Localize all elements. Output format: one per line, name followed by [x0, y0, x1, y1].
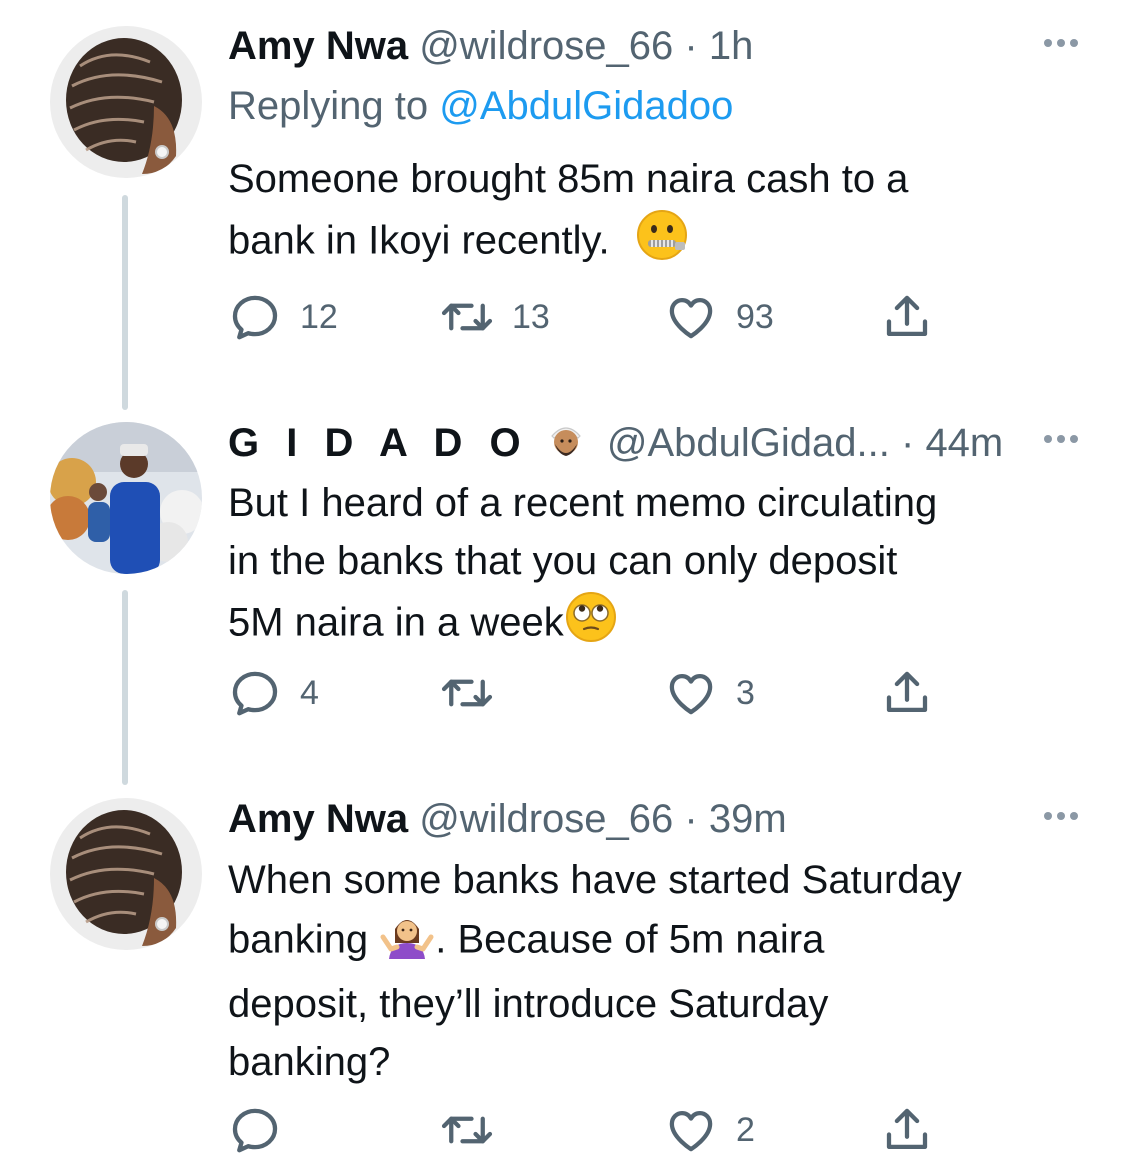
retweet-button[interactable] [440, 668, 512, 718]
timestamp[interactable]: 44m [925, 421, 1003, 465]
person-shrugging-icon [379, 909, 435, 975]
tweet-text-line: bank in Ikoyi recently. [228, 218, 621, 263]
tweet-2[interactable]: G I D A D O @AbdulGidad... · 44m But I h… [0, 400, 1125, 790]
share-button[interactable] [880, 1105, 934, 1155]
tweet-text: When some banks have started Saturday ba… [228, 851, 1088, 1091]
user-handle[interactable]: @AbdulGidad... [607, 421, 890, 465]
user-handle[interactable]: @wildrose_66 [419, 24, 673, 68]
tweet-text-line: When some banks have started Saturday [228, 858, 962, 902]
separator-dot: · [684, 797, 698, 841]
share-icon [880, 290, 934, 344]
zipper-mouth-face-icon [635, 208, 689, 278]
tweet-text-line: But I heard of a recent memo circulating [228, 481, 938, 525]
tweet-header: G I D A D O @AbdulGidad... · 44m [228, 418, 1088, 466]
reply-count: 12 [300, 297, 338, 336]
reply-icon [228, 1103, 282, 1157]
share-icon [880, 1103, 934, 1157]
heart-icon [664, 1103, 718, 1157]
retweet-button[interactable] [440, 1105, 512, 1155]
tweet-text-line: . Because of 5m naira [435, 917, 825, 962]
display-name[interactable]: Amy Nwa [228, 24, 408, 68]
tweet-header: Amy Nwa @wildrose_66 · 1h [228, 22, 1088, 70]
retweet-icon [440, 290, 494, 344]
heart-icon [664, 666, 718, 720]
tweet-text-line: banking? [228, 1040, 391, 1084]
reply-icon [228, 666, 282, 720]
like-count: 2 [736, 1110, 755, 1149]
tweet-text-line: Someone brought 85m naira cash to a [228, 157, 909, 201]
tweet-3[interactable]: Amy Nwa @wildrose_66 · 39m When some ban… [0, 790, 1125, 1172]
timestamp[interactable]: 39m [709, 797, 787, 841]
share-button[interactable] [880, 292, 934, 342]
avatar[interactable] [50, 26, 202, 178]
like-button[interactable]: 93 [664, 292, 774, 342]
display-name[interactable]: G I D A D O [228, 421, 529, 465]
display-name[interactable]: Amy Nwa [228, 797, 408, 841]
like-count: 3 [736, 673, 755, 712]
retweet-icon [440, 1103, 494, 1157]
tweet-text-line: 5M naira in a week [228, 600, 564, 645]
tweet-text: But I heard of a recent memo circulating… [228, 474, 1088, 660]
thread-line [122, 195, 128, 410]
more-options-icon[interactable] [1044, 807, 1088, 827]
like-button[interactable]: 2 [664, 1105, 755, 1155]
retweet-button[interactable]: 13 [440, 292, 550, 342]
man-with-turban-icon [544, 418, 588, 473]
reply-button[interactable] [228, 1105, 300, 1155]
tweet-text-line: in the banks that you can only deposit [228, 539, 898, 583]
retweet-count: 13 [512, 297, 550, 336]
like-count: 93 [736, 297, 774, 336]
tweet-1[interactable]: Amy Nwa @wildrose_66 · 1h Replying to @A… [0, 0, 1125, 410]
reply-button[interactable]: 12 [228, 292, 338, 342]
tweet-header: Amy Nwa @wildrose_66 · 39m [228, 795, 1088, 843]
retweet-icon [440, 666, 494, 720]
replying-to: Replying to @AbdulGidadoo [228, 76, 1088, 136]
user-handle[interactable]: @wildrose_66 [419, 797, 673, 841]
heart-icon [664, 290, 718, 344]
share-icon [880, 666, 934, 720]
reply-icon [228, 290, 282, 344]
avatar[interactable] [50, 798, 202, 950]
like-button[interactable]: 3 [664, 668, 755, 718]
tweet-text: Someone brought 85m naira cash to a bank… [228, 150, 1088, 278]
more-options-icon[interactable] [1044, 34, 1088, 54]
tweet-text-line: banking [228, 917, 380, 962]
share-button[interactable] [880, 668, 934, 718]
thread-line [122, 590, 128, 785]
timestamp[interactable]: 1h [709, 24, 754, 68]
separator-dot: · [900, 421, 915, 466]
more-options-icon[interactable] [1044, 430, 1088, 450]
avatar[interactable] [50, 422, 202, 574]
separator-dot: · [684, 24, 698, 68]
face-with-rolling-eyes-icon [564, 590, 618, 660]
tweet-text-line: deposit, they’ll introduce Saturday [228, 982, 829, 1026]
replying-to-handle[interactable]: @AbdulGidadoo [439, 84, 733, 128]
replying-to-label: Replying to [228, 84, 440, 128]
reply-button[interactable]: 4 [228, 668, 319, 718]
reply-count: 4 [300, 673, 319, 712]
